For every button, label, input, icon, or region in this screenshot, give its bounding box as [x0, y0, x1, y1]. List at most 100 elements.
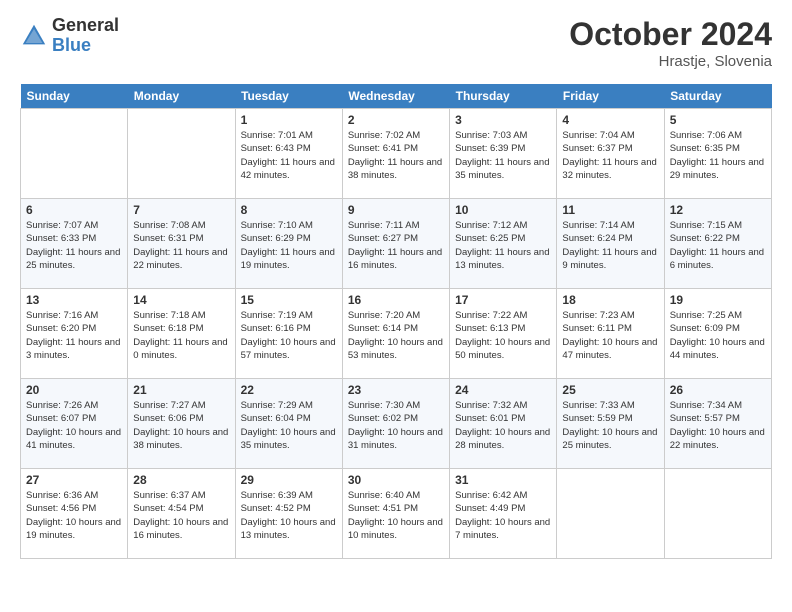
day-info: Sunrise: 7:01 AM Sunset: 6:43 PM Dayligh…	[241, 129, 337, 182]
day-info: Sunrise: 7:16 AM Sunset: 6:20 PM Dayligh…	[26, 309, 122, 362]
header-sunday: Sunday	[21, 84, 128, 109]
day-number: 22	[241, 383, 337, 397]
table-row: 23 Sunrise: 7:30 AM Sunset: 6:02 PM Dayli…	[342, 379, 449, 469]
day-number: 2	[348, 113, 444, 127]
day-info: Sunrise: 6:37 AM Sunset: 4:54 PM Dayligh…	[133, 489, 229, 542]
day-number: 23	[348, 383, 444, 397]
table-row: 11 Sunrise: 7:14 AM Sunset: 6:24 PM Dayli…	[557, 199, 664, 289]
day-number: 12	[670, 203, 766, 217]
table-row: 4 Sunrise: 7:04 AM Sunset: 6:37 PM Daylig…	[557, 109, 664, 199]
day-number: 11	[562, 203, 658, 217]
day-info: Sunrise: 7:04 AM Sunset: 6:37 PM Dayligh…	[562, 129, 658, 182]
table-row: 12 Sunrise: 7:15 AM Sunset: 6:22 PM Dayli…	[664, 199, 771, 289]
day-info: Sunrise: 6:36 AM Sunset: 4:56 PM Dayligh…	[26, 489, 122, 542]
table-row: 21 Sunrise: 7:27 AM Sunset: 6:06 PM Dayli…	[128, 379, 235, 469]
day-number: 15	[241, 293, 337, 307]
day-info: Sunrise: 7:15 AM Sunset: 6:22 PM Dayligh…	[670, 219, 766, 272]
day-info: Sunrise: 7:30 AM Sunset: 6:02 PM Dayligh…	[348, 399, 444, 452]
day-number: 29	[241, 473, 337, 487]
table-row	[21, 109, 128, 199]
header-friday: Friday	[557, 84, 664, 109]
week-row-2: 6 Sunrise: 7:07 AM Sunset: 6:33 PM Daylig…	[21, 199, 772, 289]
day-number: 28	[133, 473, 229, 487]
day-info: Sunrise: 7:02 AM Sunset: 6:41 PM Dayligh…	[348, 129, 444, 182]
table-row	[128, 109, 235, 199]
table-row: 6 Sunrise: 7:07 AM Sunset: 6:33 PM Daylig…	[21, 199, 128, 289]
table-row: 15 Sunrise: 7:19 AM Sunset: 6:16 PM Dayli…	[235, 289, 342, 379]
table-row: 13 Sunrise: 7:16 AM Sunset: 6:20 PM Dayli…	[21, 289, 128, 379]
day-number: 14	[133, 293, 229, 307]
day-info: Sunrise: 7:08 AM Sunset: 6:31 PM Dayligh…	[133, 219, 229, 272]
logo-blue: Blue	[52, 36, 119, 56]
day-info: Sunrise: 7:18 AM Sunset: 6:18 PM Dayligh…	[133, 309, 229, 362]
table-row: 22 Sunrise: 7:29 AM Sunset: 6:04 PM Dayli…	[235, 379, 342, 469]
day-info: Sunrise: 7:27 AM Sunset: 6:06 PM Dayligh…	[133, 399, 229, 452]
day-info: Sunrise: 7:07 AM Sunset: 6:33 PM Dayligh…	[26, 219, 122, 272]
day-info: Sunrise: 7:14 AM Sunset: 6:24 PM Dayligh…	[562, 219, 658, 272]
table-row: 16Sunrise: 7:20 AM Sunset: 6:14 PM Dayli…	[342, 289, 449, 379]
day-info: Sunrise: 7:11 AM Sunset: 6:27 PM Dayligh…	[348, 219, 444, 272]
day-info: Sunrise: 6:42 AM Sunset: 4:49 PM Dayligh…	[455, 489, 551, 542]
table-row: 19 Sunrise: 7:25 AM Sunset: 6:09 PM Dayli…	[664, 289, 771, 379]
header-saturday: Saturday	[664, 84, 771, 109]
table-row: 30 Sunrise: 6:40 AM Sunset: 4:51 PM Dayli…	[342, 469, 449, 559]
title-block: October 2024 Hrastje, Slovenia	[569, 16, 772, 70]
table-row: 17Sunrise: 7:22 AM Sunset: 6:13 PM Dayli…	[450, 289, 557, 379]
calendar-table: Sunday Monday Tuesday Wednesday Thursday…	[20, 84, 772, 559]
day-number: 27	[26, 473, 122, 487]
day-info: Sunrise: 7:06 AM Sunset: 6:35 PM Dayligh…	[670, 129, 766, 182]
day-info: Sunrise: 7:26 AM Sunset: 6:07 PM Dayligh…	[26, 399, 122, 452]
table-row: 14 Sunrise: 7:18 AM Sunset: 6:18 PM Dayli…	[128, 289, 235, 379]
day-number: 6	[26, 203, 122, 217]
table-row: 8Sunrise: 7:10 AM Sunset: 6:29 PM Daylig…	[235, 199, 342, 289]
day-number: 17	[455, 293, 551, 307]
day-number: 21	[133, 383, 229, 397]
day-number: 25	[562, 383, 658, 397]
day-info: Sunrise: 7:32 AM Sunset: 6:01 PM Dayligh…	[455, 399, 551, 452]
day-number: 30	[348, 473, 444, 487]
day-info: Sunrise: 7:25 AM Sunset: 6:09 PM Dayligh…	[670, 309, 766, 362]
table-row: 29 Sunrise: 6:39 AM Sunset: 4:52 PM Dayli…	[235, 469, 342, 559]
day-number: 20	[26, 383, 122, 397]
day-info: Sunrise: 6:39 AM Sunset: 4:52 PM Dayligh…	[241, 489, 337, 542]
day-number: 10	[455, 203, 551, 217]
day-number: 3	[455, 113, 551, 127]
table-row: 5 Sunrise: 7:06 AM Sunset: 6:35 PM Daylig…	[664, 109, 771, 199]
table-row: 1 Sunrise: 7:01 AM Sunset: 6:43 PM Daylig…	[235, 109, 342, 199]
logo-general: General	[52, 16, 119, 36]
week-row-3: 13 Sunrise: 7:16 AM Sunset: 6:20 PM Dayli…	[21, 289, 772, 379]
day-info: Sunrise: 7:19 AM Sunset: 6:16 PM Dayligh…	[241, 309, 337, 362]
table-row: 20 Sunrise: 7:26 AM Sunset: 6:07 PM Dayli…	[21, 379, 128, 469]
day-number: 7	[133, 203, 229, 217]
table-row: 25 Sunrise: 7:33 AM Sunset: 5:59 PM Dayli…	[557, 379, 664, 469]
table-row: 27 Sunrise: 6:36 AM Sunset: 4:56 PM Dayli…	[21, 469, 128, 559]
day-number: 18	[562, 293, 658, 307]
location: Hrastje, Slovenia	[569, 53, 772, 70]
day-info: Sunrise: 7:29 AM Sunset: 6:04 PM Dayligh…	[241, 399, 337, 452]
day-info: Sunrise: 7:33 AM Sunset: 5:59 PM Dayligh…	[562, 399, 658, 452]
month-title: October 2024	[569, 16, 772, 53]
day-number: 16	[348, 293, 444, 307]
day-number: 5	[670, 113, 766, 127]
page-header: General Blue October 2024 Hrastje, Slove…	[20, 16, 772, 70]
table-row: 24Sunrise: 7:32 AM Sunset: 6:01 PM Dayli…	[450, 379, 557, 469]
day-number: 9	[348, 203, 444, 217]
day-number: 1	[241, 113, 337, 127]
table-row	[557, 469, 664, 559]
day-info: Sunrise: 7:03 AM Sunset: 6:39 PM Dayligh…	[455, 129, 551, 182]
day-info: Sunrise: 7:34 AM Sunset: 5:57 PM Dayligh…	[670, 399, 766, 452]
week-row-4: 20 Sunrise: 7:26 AM Sunset: 6:07 PM Dayli…	[21, 379, 772, 469]
day-info: Sunrise: 6:40 AM Sunset: 4:51 PM Dayligh…	[348, 489, 444, 542]
logo-text: General Blue	[52, 16, 119, 56]
week-row-5: 27 Sunrise: 6:36 AM Sunset: 4:56 PM Dayli…	[21, 469, 772, 559]
day-number: 4	[562, 113, 658, 127]
header-wednesday: Wednesday	[342, 84, 449, 109]
day-number: 13	[26, 293, 122, 307]
day-number: 31	[455, 473, 551, 487]
day-info: Sunrise: 7:12 AM Sunset: 6:25 PM Dayligh…	[455, 219, 551, 272]
logo: General Blue	[20, 16, 119, 56]
header-monday: Monday	[128, 84, 235, 109]
day-number: 19	[670, 293, 766, 307]
day-info: Sunrise: 7:10 AM Sunset: 6:29 PM Dayligh…	[241, 219, 337, 272]
table-row: 3 Sunrise: 7:03 AM Sunset: 6:39 PM Daylig…	[450, 109, 557, 199]
